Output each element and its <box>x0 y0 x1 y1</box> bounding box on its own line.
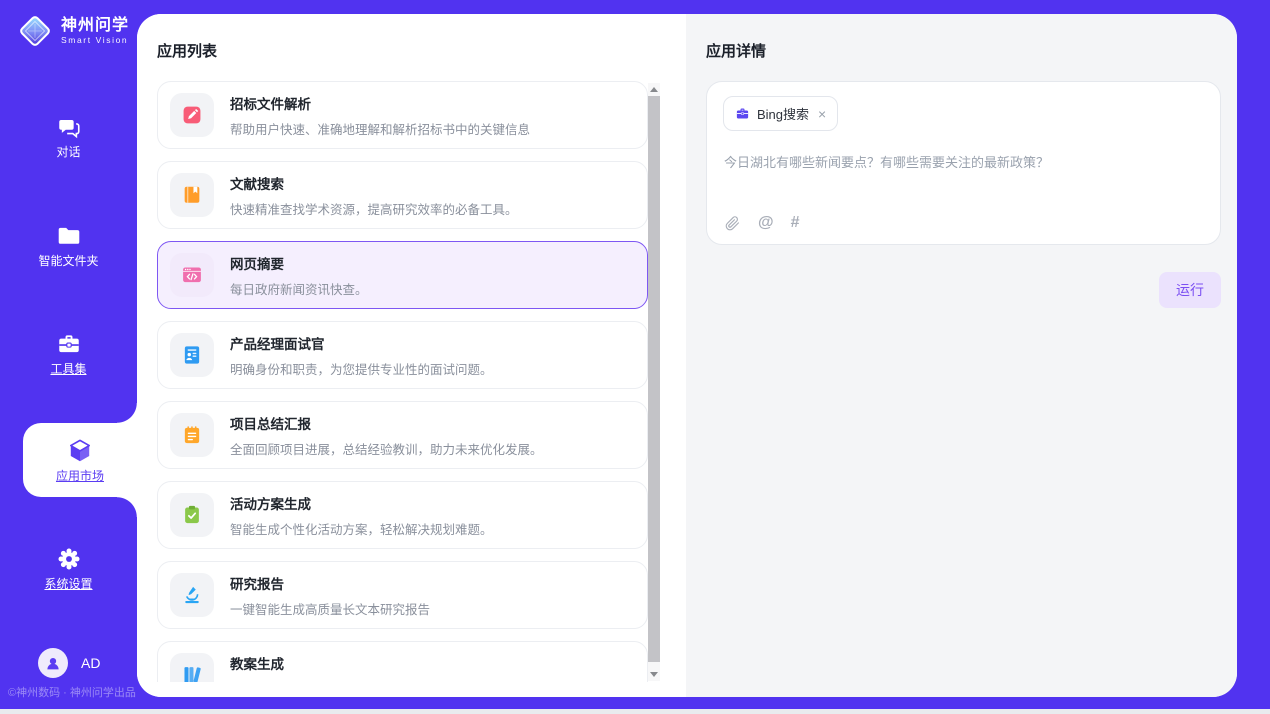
cube-icon <box>67 438 93 464</box>
app-card-web-summary[interactable]: 网页摘要每日政府新闻资讯快查。 <box>157 241 648 309</box>
hash-icon[interactable]: # <box>791 214 800 232</box>
composer-toolbar: @# <box>724 214 800 232</box>
brand: 神州问学 Smart Vision <box>16 12 129 50</box>
app-card-title: 产品经理面试官 <box>230 333 493 353</box>
sidebar-item-label: 工具集 <box>50 363 86 376</box>
sidebar-item-tools[interactable]: 工具集 <box>0 325 137 381</box>
folder-icon <box>56 223 82 249</box>
app-card-description: 智能生成个性化活动方案，轻松解决规划难题。 <box>230 519 493 538</box>
app-card-event-plan[interactable]: 活动方案生成智能生成个性化活动方案，轻松解决规划难题。 <box>157 481 648 549</box>
resume-icon <box>170 333 214 377</box>
avatar <box>38 648 68 678</box>
app-card-description: 快速精准查找学术资源，提高研究效率的必备工具。 <box>230 199 518 218</box>
app-card-title: 教案生成 <box>230 653 480 673</box>
app-card-title: 研究报告 <box>230 573 430 593</box>
chat-icon <box>56 114 82 140</box>
app-card-title: 网页摘要 <box>230 253 368 273</box>
sidebar-item-smart-folders[interactable]: 智能文件夹 <box>0 217 137 273</box>
paperclip-icon[interactable] <box>724 215 741 232</box>
prompt-card: Bing搜索 × 今日湖北有哪些新闻要点？有哪些需要关注的最新政策？ @# <box>706 81 1221 245</box>
brand-name: 神州问学 <box>61 17 129 35</box>
app-detail-pane: 应用详情 Bing搜索 × 今日湖北有哪些新闻要点？有哪些需要关注的最新政策？ … <box>686 14 1237 697</box>
sidebar-item-label: 系统设置 <box>44 578 92 591</box>
app-detail-title: 应用详情 <box>706 40 766 61</box>
app-card-title: 活动方案生成 <box>230 493 493 513</box>
app-card-pm-interviewer[interactable]: 产品经理面试官明确身份和职责，为您提供专业性的面试问题。 <box>157 321 648 389</box>
app-card-title: 文献搜索 <box>230 173 518 193</box>
brand-tagline: Smart Vision <box>61 35 129 45</box>
scroll-up-arrow-icon[interactable] <box>650 87 658 92</box>
app-card-description: 帮助用户快速、准确地理解和解析招标书中的关键信息 <box>230 119 530 138</box>
clipboard-check-icon <box>170 493 214 537</box>
toolbox-icon <box>56 331 82 357</box>
user-initials: AD <box>81 655 100 671</box>
microscope-icon <box>170 573 214 617</box>
browser-code-icon <box>170 253 214 297</box>
app-card-literature-search[interactable]: 文献搜索快速精准查找学术资源，提高研究效率的必备工具。 <box>157 161 648 229</box>
app-card-research-report[interactable]: 研究报告一键智能生成高质量长文本研究报告 <box>157 561 648 629</box>
app-card-description: 全面回顾项目进展，总结经验教训，助力未来优化发展。 <box>230 439 543 458</box>
sidebar: 神州问学 Smart Vision 对话智能文件夹工具集应用市场系统设置 AD … <box>0 0 137 708</box>
tool-tag-bing-search[interactable]: Bing搜索 × <box>723 96 838 131</box>
app-card-bid-analysis[interactable]: 招标文件解析帮助用户快速、准确地理解和解析招标书中的关键信息 <box>157 81 648 149</box>
app-list-title: 应用列表 <box>157 40 217 61</box>
sidebar-item-settings[interactable]: 系统设置 <box>0 540 137 596</box>
person-icon <box>44 654 62 672</box>
user-chip[interactable]: AD <box>38 648 100 678</box>
books-icon <box>170 653 214 682</box>
app-card-description: 一键智能生成高质量长文本研究报告 <box>230 599 430 618</box>
copyright-footer: ©神州数码 · 神州问学出品 <box>8 684 136 700</box>
app-card-project-summary[interactable]: 项目总结汇报全面回顾项目进展，总结经验教训，助力未来优化发展。 <box>157 401 648 469</box>
app-list-pane: 应用列表 招标文件解析帮助用户快速、准确地理解和解析招标书中的关键信息文献搜索快… <box>137 14 686 697</box>
prompt-input[interactable]: 今日湖北有哪些新闻要点？有哪些需要关注的最新政策？ <box>724 152 1204 171</box>
main-panel: 应用列表 招标文件解析帮助用户快速、准确地理解和解析招标书中的关键信息文献搜索快… <box>137 14 1237 697</box>
sidebar-item-label: 应用市场 <box>56 470 104 483</box>
sidebar-item-app-market[interactable]: 应用市场 <box>23 423 137 497</box>
tool-tag-label: Bing搜索 <box>757 104 809 123</box>
scrollbar[interactable] <box>648 83 660 681</box>
edit-doc-icon <box>170 93 214 137</box>
app-list: 招标文件解析帮助用户快速、准确地理解和解析招标书中的关键信息文献搜索快速精准查找… <box>157 81 648 682</box>
briefcase-icon <box>735 106 750 121</box>
app-card-lesson-plan[interactable]: 教案生成模板驱动，教案秒成，教学准备从此轻松快捷 <box>157 641 648 682</box>
book-icon <box>170 173 214 217</box>
brand-logo-diamond-icon <box>16 12 54 50</box>
sidebar-item-label: 智能文件夹 <box>38 255 98 268</box>
notepad-icon <box>170 413 214 457</box>
sidebar-item-label: 对话 <box>56 146 80 159</box>
tag-close-icon[interactable]: × <box>818 108 826 120</box>
app-card-description: 模板驱动，教案秒成，教学准备从此轻松快捷 <box>230 679 480 683</box>
app-card-title: 项目总结汇报 <box>230 413 543 433</box>
gear-icon <box>56 546 82 572</box>
app-card-description: 每日政府新闻资讯快查。 <box>230 279 368 298</box>
app-card-title: 招标文件解析 <box>230 93 530 113</box>
at-icon[interactable]: @ <box>758 214 774 232</box>
run-button[interactable]: 运行 <box>1159 272 1221 308</box>
scroll-down-arrow-icon[interactable] <box>650 672 658 677</box>
sidebar-item-chat[interactable]: 对话 <box>0 108 137 164</box>
scrollbar-thumb[interactable] <box>648 96 660 662</box>
bottom-strip <box>0 709 1270 714</box>
app-card-description: 明确身份和职责，为您提供专业性的面试问题。 <box>230 359 493 378</box>
